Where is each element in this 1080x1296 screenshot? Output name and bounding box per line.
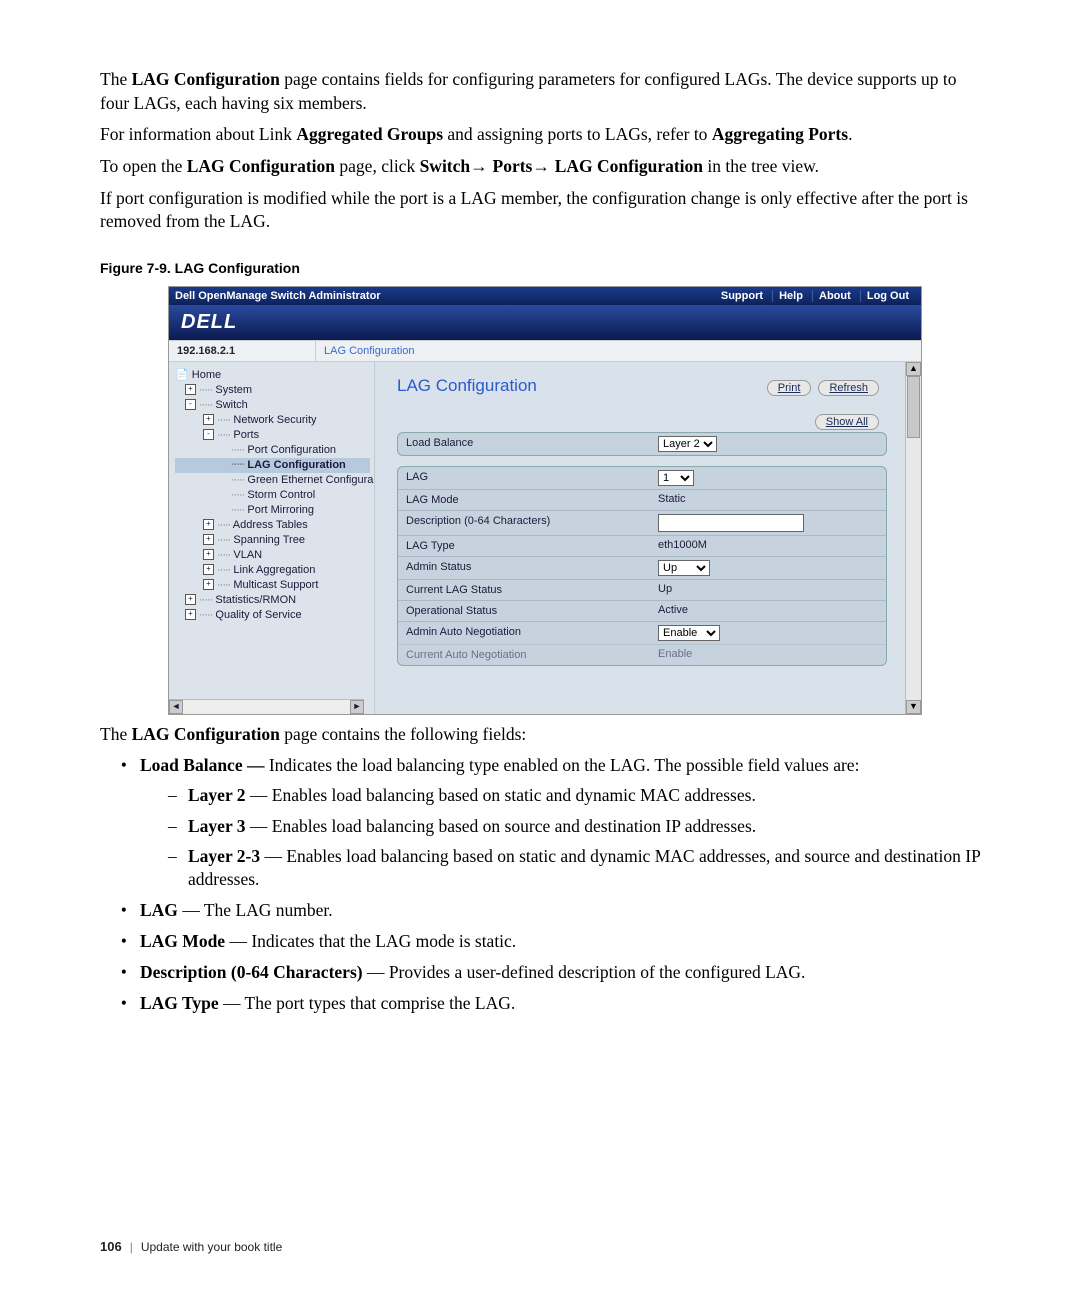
content-v-scrollbar[interactable]: ▲ ▼	[905, 362, 921, 714]
field-label: Description (0-64 Characters)	[398, 511, 654, 535]
op-status-value: Active	[654, 601, 886, 621]
home-icon: 📄	[175, 369, 189, 381]
expand-icon[interactable]: +	[185, 384, 196, 395]
lag-type-value: eth1000M	[654, 536, 886, 556]
auto-neg-select[interactable]: Enable	[658, 625, 720, 641]
lag-mode-value: Static	[654, 490, 886, 510]
breadcrumb: LAG Configuration	[316, 341, 423, 361]
tree-h-scrollbar[interactable]: ◄ ►	[169, 699, 364, 714]
field-label: Current LAG Status	[398, 580, 654, 600]
field-list: Load Balance — Indicates the load balanc…	[140, 754, 990, 1015]
expand-icon[interactable]: +	[203, 549, 214, 560]
nav-about[interactable]: About	[812, 290, 857, 302]
scroll-down-icon[interactable]: ▼	[906, 700, 921, 714]
nav-tree[interactable]: 📄 Home +····· System -····· Switch +····…	[169, 362, 375, 714]
expand-icon[interactable]: +	[203, 414, 214, 425]
show-all-button[interactable]: Show All	[815, 414, 879, 430]
field-label: Operational Status	[398, 601, 654, 621]
nav-logout[interactable]: Log Out	[860, 290, 915, 302]
content-pane: LAG Configuration Print Refresh Show All…	[375, 362, 921, 714]
field-label: Load Balance	[398, 433, 654, 455]
intro-paragraph-2: For information about Link Aggregated Gr…	[100, 123, 990, 147]
scroll-left-icon[interactable]: ◄	[169, 700, 183, 714]
scroll-right-icon[interactable]: ►	[350, 700, 364, 714]
device-ip: 192.168.2.1	[169, 341, 316, 361]
intro-paragraph-1: The LAG Configuration page contains fiel…	[100, 68, 990, 115]
expand-icon[interactable]: +	[203, 534, 214, 545]
figure-caption: Figure 7-9. LAG Configuration	[100, 260, 990, 276]
cur-auto-neg-value: Enable	[654, 645, 886, 665]
admin-status-select[interactable]: Up	[658, 560, 710, 576]
scroll-thumb[interactable]	[907, 376, 920, 438]
intro-paragraph-3: To open the LAG Configuration page, clic…	[100, 155, 990, 179]
field-label: Admin Auto Negotiation	[398, 622, 654, 644]
expand-icon[interactable]: +	[203, 519, 214, 530]
expand-icon[interactable]: +	[185, 609, 196, 620]
current-status-value: Up	[654, 580, 886, 600]
description-input[interactable]	[658, 514, 804, 532]
expand-icon[interactable]: +	[203, 564, 214, 575]
window-title: Dell OpenManage Switch Administrator	[175, 290, 715, 302]
field-label: Admin Status	[398, 557, 654, 579]
nav-help[interactable]: Help	[772, 290, 809, 302]
field-label: LAG Mode	[398, 490, 654, 510]
intro-paragraph-4: If port configuration is modified while …	[100, 187, 990, 234]
load-balance-select[interactable]: Layer 2	[658, 436, 717, 452]
page-footer: 106|Update with your book title	[100, 1239, 282, 1254]
print-button[interactable]: Print	[767, 380, 812, 396]
field-label: Current Auto Negotiation	[398, 645, 654, 665]
collapse-icon[interactable]: -	[185, 399, 196, 410]
after-figure-text: The LAG Configuration page contains the …	[100, 723, 990, 747]
dell-logo: DELL	[169, 305, 921, 340]
breadcrumb-bar: 192.168.2.1 LAG Configuration	[169, 340, 921, 362]
collapse-icon[interactable]: -	[203, 429, 214, 440]
field-label: LAG	[398, 467, 654, 489]
window-titlebar: Dell OpenManage Switch Administrator Sup…	[169, 287, 921, 305]
tree-selected[interactable]: LAG Configuration	[247, 459, 345, 471]
nav-support[interactable]: Support	[715, 290, 769, 302]
lag-select[interactable]: 1	[658, 470, 694, 486]
refresh-button[interactable]: Refresh	[818, 380, 879, 396]
app-screenshot: Dell OpenManage Switch Administrator Sup…	[168, 286, 922, 715]
field-label: LAG Type	[398, 536, 654, 556]
scroll-up-icon[interactable]: ▲	[906, 362, 921, 376]
expand-icon[interactable]: +	[185, 594, 196, 605]
expand-icon[interactable]: +	[203, 579, 214, 590]
